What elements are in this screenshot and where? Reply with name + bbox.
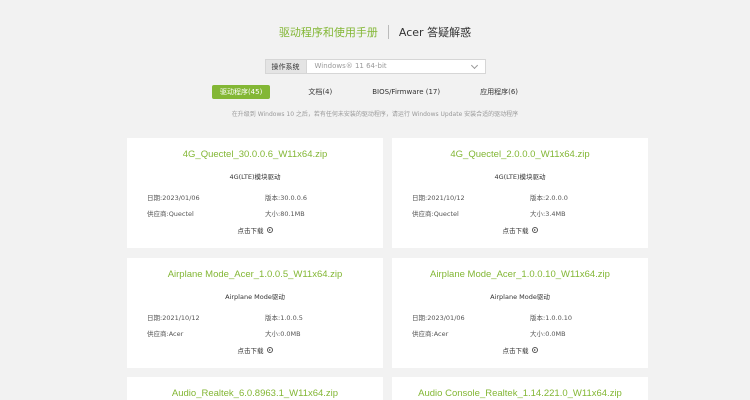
driver-description: 4G(LTE)模块驱动 — [229, 173, 281, 181]
driver-size: 大小:0.0MB — [530, 330, 566, 338]
os-selected-value: Windows® 11 64-bit — [314, 62, 387, 70]
driver-card: Audio_Realtek_6.0.8963.1_W11x64.zip — [127, 377, 383, 400]
play-circle-icon — [531, 347, 538, 353]
driver-size: 大小:0.0MB — [265, 330, 301, 338]
driver-file-link[interactable]: Airplane Mode_Acer_1.0.0.10_W11x64.zip — [392, 269, 648, 280]
driver-version: 版本:30.0.0.6 — [265, 194, 308, 202]
driver-file-link[interactable]: 4G_Quectel_2.0.0.0_W11x64.zip — [392, 149, 648, 160]
driver-file-link[interactable]: Airplane Mode_Acer_1.0.0.5_W11x64.zip — [127, 269, 383, 280]
download-label: 点击下载 — [237, 347, 264, 355]
download-label: 点击下载 — [502, 227, 529, 235]
tab-documents[interactable]: 文档(4) — [288, 85, 352, 99]
driver-vendor: 供应商:Acer — [412, 330, 449, 338]
os-selector-row: 操作系统 Windows® 11 64-bit — [0, 59, 750, 74]
driver-version: 版本:1.0.0.5 — [265, 314, 303, 322]
driver-file-link[interactable]: 4G_Quectel_30.0.0.6_W11x64.zip — [127, 149, 383, 160]
driver-size: 大小:3.4MB — [530, 210, 566, 218]
tab-drivers[interactable]: 驱动程序(45) — [211, 85, 271, 99]
play-circle-icon — [266, 347, 273, 353]
tab-acer-faq[interactable]: Acer 答疑解惑 — [389, 24, 481, 40]
driver-file-link[interactable]: Audio Console_Realtek_1.14.221.0_W11x64.… — [392, 388, 648, 399]
chevron-down-icon — [470, 61, 478, 69]
top-tabs: 驱动程序和使用手册 Acer 答疑解惑 — [0, 24, 750, 40]
driver-date: 日期:2021/10/12 — [147, 314, 200, 322]
download-button[interactable]: 点击下载 — [127, 345, 383, 355]
driver-size: 大小:80.1MB — [265, 210, 305, 218]
driver-date: 日期:2023/01/06 — [412, 314, 465, 322]
driver-card: 4G_Quectel_2.0.0.0_W11x64.zip 4G(LTE)模块驱… — [392, 138, 648, 248]
tab-bios-firmware[interactable]: BIOS/Firmware (17) — [352, 85, 460, 99]
driver-card: 4G_Quectel_30.0.0.6_W11x64.zip 4G(LTE)模块… — [127, 138, 383, 248]
download-button[interactable]: 点击下载 — [392, 345, 648, 355]
driver-vendor: 供应商:Quectel — [412, 210, 459, 218]
download-label: 点击下载 — [237, 227, 264, 235]
driver-description: Airplane Mode驱动 — [490, 293, 550, 301]
driver-card: Audio Console_Realtek_1.14.221.0_W11x64.… — [392, 377, 648, 400]
download-button[interactable]: 点击下载 — [127, 225, 383, 235]
driver-card: Airplane Mode_Acer_1.0.0.10_W11x64.zip A… — [392, 258, 648, 368]
category-tabs: 驱动程序(45) 文档(4) BIOS/Firmware (17) 应用程序(6… — [0, 85, 750, 99]
update-notice: 在升级到 Windows 10 之后，若有任何未安装的驱动程序，请运行 Wind… — [231, 111, 519, 118]
driver-vendor: 供应商:Quectel — [147, 210, 194, 218]
driver-file-link[interactable]: Audio_Realtek_6.0.8963.1_W11x64.zip — [127, 388, 383, 399]
driver-version: 版本:2.0.0.0 — [530, 194, 568, 202]
download-label: 点击下载 — [502, 347, 529, 355]
os-label: 操作系统 — [264, 59, 306, 74]
download-button[interactable]: 点击下载 — [392, 225, 648, 235]
tab-drivers-manuals[interactable]: 驱动程序和使用手册 — [269, 24, 388, 40]
play-circle-icon — [266, 227, 273, 233]
driver-description: Airplane Mode驱动 — [225, 293, 285, 301]
driver-vendor: 供应商:Acer — [147, 330, 184, 338]
driver-card: Airplane Mode_Acer_1.0.0.5_W11x64.zip Ai… — [127, 258, 383, 368]
driver-date: 日期:2021/10/12 — [412, 194, 465, 202]
tab-applications[interactable]: 应用程序(6) — [460, 85, 538, 99]
driver-version: 版本:1.0.0.10 — [530, 314, 573, 322]
os-select[interactable]: Windows® 11 64-bit — [305, 59, 486, 74]
driver-description: 4G(LTE)模块驱动 — [494, 173, 546, 181]
driver-date: 日期:2023/01/06 — [147, 194, 200, 202]
play-circle-icon — [531, 227, 538, 233]
